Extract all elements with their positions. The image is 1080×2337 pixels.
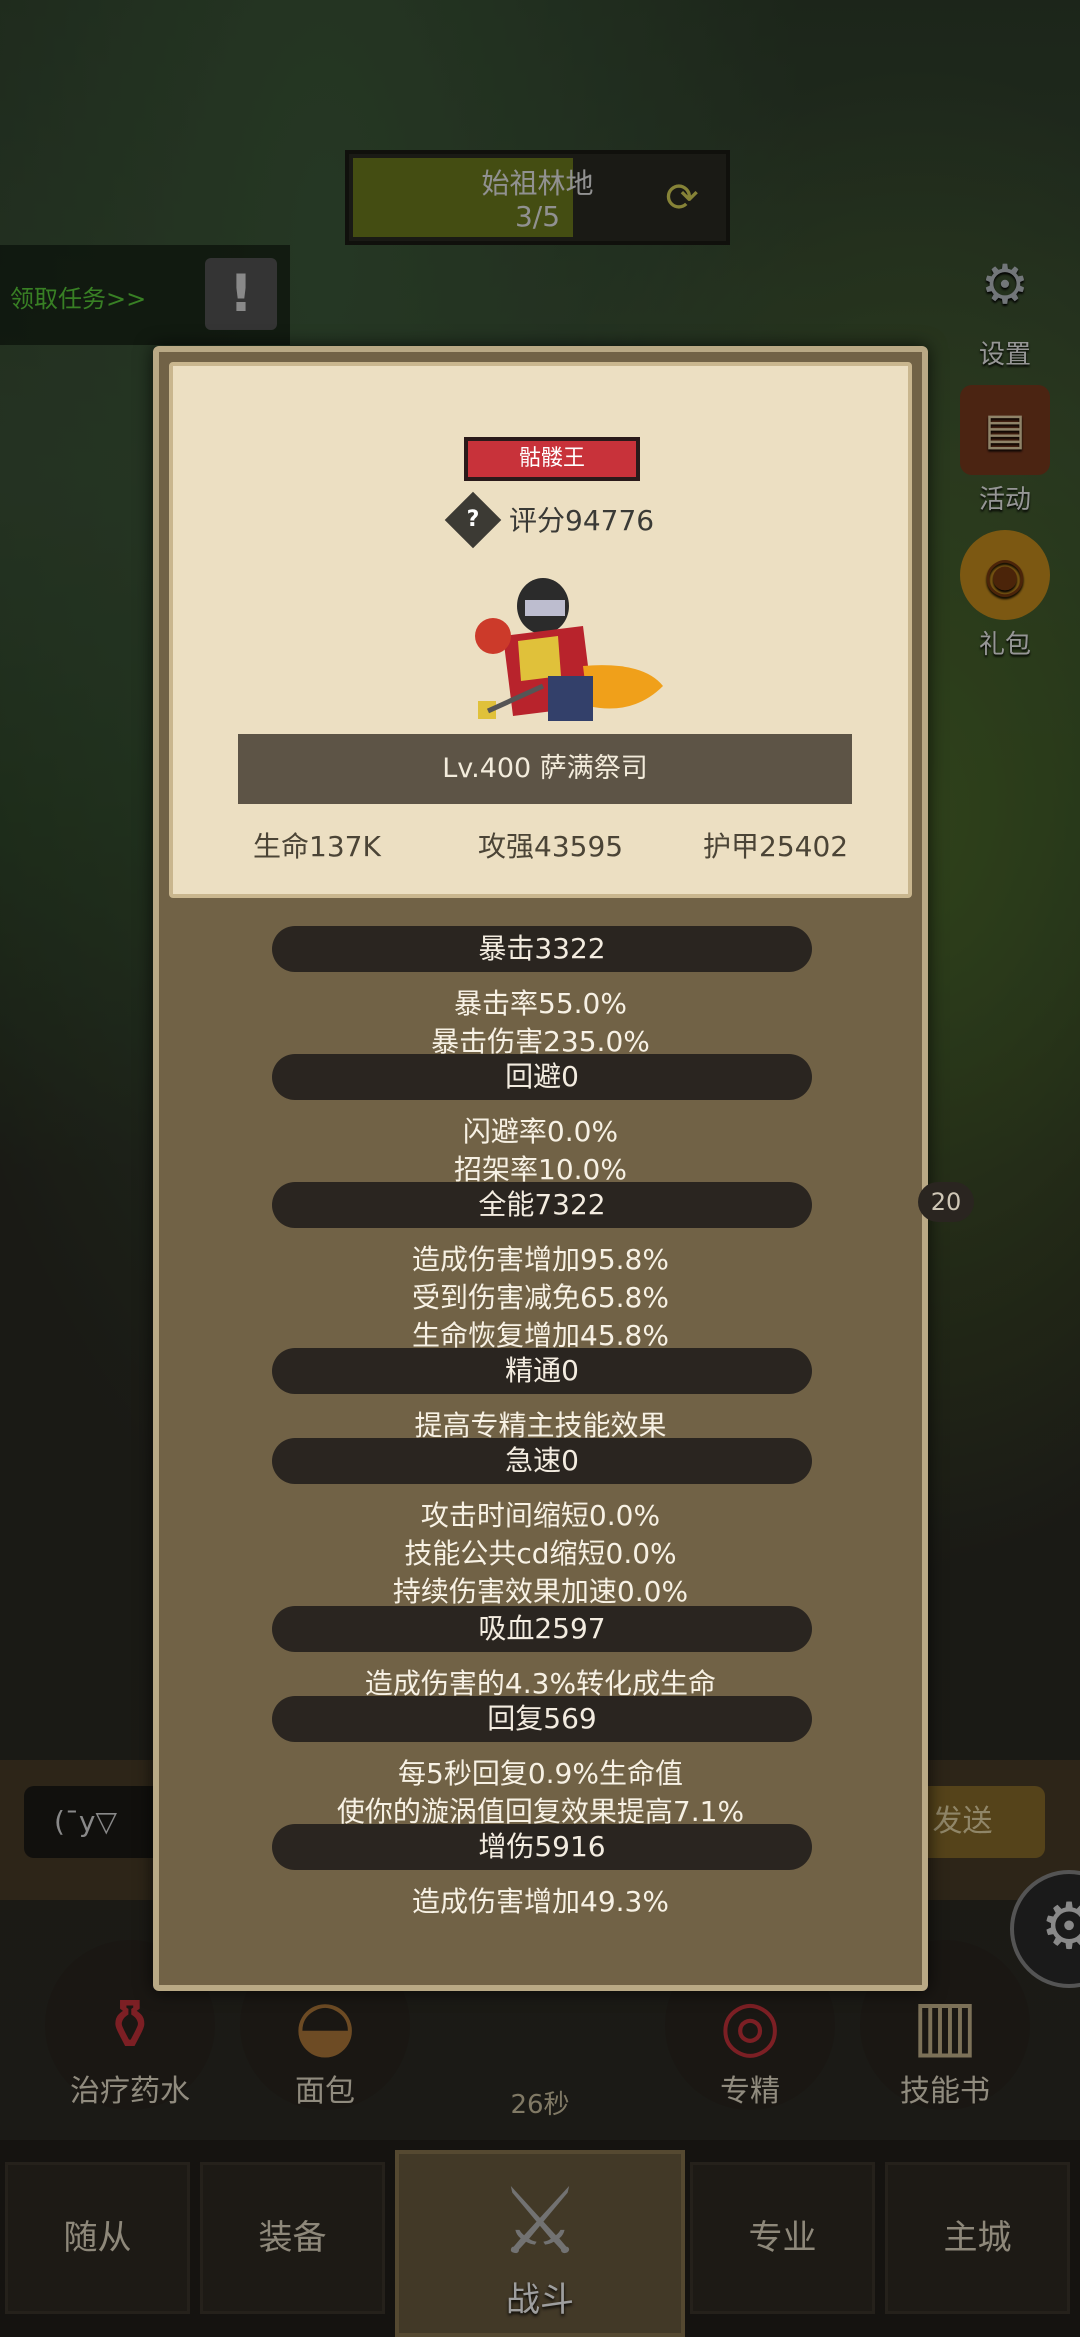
- character-portrait: [475, 578, 663, 721]
- stat-line: 造成伤害增加49.3%: [412, 1885, 669, 1918]
- section-header-damage-bonus: 增伤5916: [272, 1824, 812, 1870]
- character-level-class: Lv.400 萨满祭司: [238, 734, 852, 804]
- stat-health: 生命137K: [253, 830, 381, 863]
- stat-line: 受到伤害减免65.8%: [412, 1281, 669, 1314]
- stat-line: 攻击时间缩短0.0%: [420, 1499, 661, 1532]
- character-score: 评分94776: [509, 504, 655, 537]
- stat-line: 造成伤害增加95.8%: [412, 1243, 669, 1276]
- section-header-avoidance: 回避0: [272, 1054, 812, 1100]
- count-badge: 20: [918, 1182, 974, 1222]
- stat-line: 暴击率55.0%: [454, 987, 627, 1020]
- stat-attack-power: 攻强43595: [478, 830, 624, 863]
- section-header-crit: 暴击3322: [272, 926, 812, 972]
- character-detail-modal: 骷髅王 ? 评分94776 Lv.400 萨满祭司 生命137K 攻强43595…: [153, 346, 928, 1991]
- stat-line: 闪避率0.0%: [462, 1115, 619, 1148]
- section-header-versatility: 全能7322: [272, 1182, 812, 1228]
- character-title: 骷髅王: [464, 437, 640, 481]
- section-header-lifesteal: 吸血2597: [272, 1606, 812, 1652]
- stat-armor: 护甲25402: [703, 830, 849, 863]
- section-header-haste: 急速0: [272, 1438, 812, 1484]
- stat-line: 技能公共cd缩短0.0%: [404, 1537, 677, 1570]
- character-card: 骷髅王 ? 评分94776 Lv.400 萨满祭司 生命137K 攻强43595…: [169, 362, 912, 898]
- help-icon[interactable]: ?: [453, 500, 493, 540]
- stat-line: 持续伤害效果加速0.0%: [392, 1575, 689, 1608]
- section-header-regen: 回复569: [272, 1696, 812, 1742]
- section-header-mastery: 精通0: [272, 1348, 812, 1394]
- stat-line: 每5秒回复0.9%生命值: [398, 1757, 683, 1790]
